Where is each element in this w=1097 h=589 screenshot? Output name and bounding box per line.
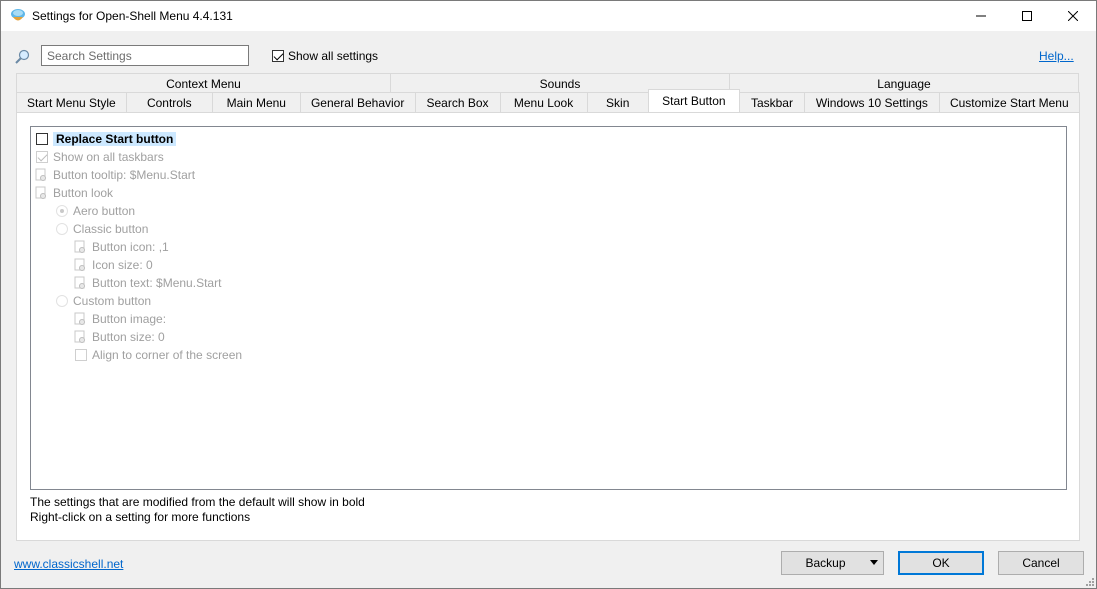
settings-gear-icon <box>74 258 85 271</box>
ok-label: OK <box>932 556 950 570</box>
tab-main-menu[interactable]: Main Menu <box>211 92 301 112</box>
info-right-click-hint: Right-click on a setting for more functi… <box>30 510 251 524</box>
close-icon <box>1068 11 1078 21</box>
backup-label: Backup <box>805 556 846 570</box>
tab-label: General Behavior <box>310 95 405 110</box>
tab-label: Controls <box>146 95 192 110</box>
setting-show-on-all-taskbars[interactable]: Show on all taskbars <box>36 148 164 166</box>
settings-gear-icon <box>74 330 85 343</box>
setting-radio[interactable] <box>56 223 68 235</box>
setting-label: Button icon: ,1 <box>92 240 169 254</box>
search-input[interactable] <box>41 45 249 66</box>
window-title: Settings for Open-Shell Menu 4.4.131 <box>32 9 233 23</box>
cancel-label: Cancel <box>1022 556 1060 570</box>
tab-label: Taskbar <box>750 95 793 110</box>
help-link[interactable]: Help... <box>1039 49 1074 63</box>
setting-label: Icon size: 0 <box>92 258 153 272</box>
backup-button[interactable]: Backup <box>781 551 884 575</box>
setting-icon-size[interactable]: Icon size: 0 <box>74 256 153 274</box>
settings-gear-icon <box>35 186 46 199</box>
tab-label: Sounds <box>539 76 581 91</box>
tab-label: Windows 10 Settings <box>815 95 928 110</box>
settings-tree[interactable]: Replace Start button Show on all taskbar… <box>30 126 1067 490</box>
tab-start-menu-style[interactable]: Start Menu Style <box>16 92 127 112</box>
setting-checkbox[interactable] <box>75 349 87 361</box>
setting-label: Align to corner of the screen <box>92 348 243 362</box>
tab-label: Start Button <box>662 94 726 108</box>
setting-label: Replace Start button <box>53 132 177 146</box>
tab-label: Main Menu <box>226 95 286 110</box>
setting-custom-button[interactable]: Custom button <box>56 292 151 310</box>
setting-button-tooltip[interactable]: Button tooltip: $Menu.Start <box>35 166 195 184</box>
setting-radio[interactable] <box>56 295 68 307</box>
search-icon <box>15 49 30 64</box>
minimize-button[interactable] <box>958 1 1004 31</box>
settings-gear-icon <box>74 312 85 325</box>
setting-label: Show on all taskbars <box>53 150 164 164</box>
ok-button[interactable]: OK <box>898 551 984 575</box>
tab-label: Start Menu Style <box>27 95 116 110</box>
tab-label: Menu Look <box>513 95 574 110</box>
show-all-settings-checkbox[interactable]: Show all settings <box>272 49 378 63</box>
tab-label: Customize Start Menu <box>949 95 1069 110</box>
maximize-icon <box>1022 11 1032 21</box>
tab-language[interactable]: Language <box>729 73 1079 93</box>
setting-label: Button size: 0 <box>92 330 165 344</box>
resize-grip-icon[interactable] <box>1084 576 1094 586</box>
tab-row-top: Context Menu Sounds Language <box>16 73 1079 93</box>
settings-gear-icon <box>35 168 46 181</box>
setting-align-to-corner[interactable]: Align to corner of the screen <box>75 346 242 364</box>
dropdown-arrow-icon[interactable] <box>870 560 878 565</box>
tab-controls[interactable]: Controls <box>125 92 213 112</box>
title-bar[interactable]: Settings for Open-Shell Menu 4.4.131 <box>1 1 1096 31</box>
tab-row-bottom: Start Menu Style Controls Main Menu Gene… <box>16 89 1080 112</box>
tab-search-box[interactable]: Search Box <box>414 92 501 112</box>
settings-window: Settings for Open-Shell Menu 4.4.131 Sho… <box>0 0 1097 589</box>
setting-button-look[interactable]: Button look <box>35 184 113 202</box>
minimize-icon <box>976 15 986 17</box>
tab-customize-start-menu[interactable]: Customize Start Menu <box>938 92 1080 112</box>
settings-gear-icon <box>74 276 85 289</box>
settings-gear-icon <box>74 240 85 253</box>
setting-label: Aero button <box>73 204 136 218</box>
tab-windows-10-settings[interactable]: Windows 10 Settings <box>804 92 940 112</box>
tab-label: Search Box <box>426 95 489 110</box>
setting-label: Button text: $Menu.Start <box>92 276 222 290</box>
setting-aero-button[interactable]: Aero button <box>56 202 135 220</box>
tab-context-menu[interactable]: Context Menu <box>16 73 391 93</box>
tab-general-behavior[interactable]: General Behavior <box>299 92 416 112</box>
setting-label: Button tooltip: $Menu.Start <box>53 168 196 182</box>
setting-radio[interactable] <box>56 205 68 217</box>
open-shell-icon <box>11 9 25 21</box>
info-bold-hint: The settings that are modified from the … <box>30 495 365 509</box>
setting-label: Classic button <box>73 222 149 236</box>
maximize-button[interactable] <box>1004 1 1050 31</box>
setting-button-image[interactable]: Button image: <box>74 310 166 328</box>
setting-classic-button[interactable]: Classic button <box>56 220 148 238</box>
setting-replace-start-button[interactable]: Replace Start button <box>36 130 177 148</box>
tab-menu-look[interactable]: Menu Look <box>499 92 588 112</box>
cancel-button[interactable]: Cancel <box>998 551 1084 575</box>
tab-taskbar[interactable]: Taskbar <box>738 92 806 112</box>
replace-start-checkbox[interactable] <box>36 133 48 145</box>
website-link[interactable]: www.classicshell.net <box>14 557 123 571</box>
show-all-checkbox-box[interactable] <box>272 50 284 62</box>
tab-label: Language <box>877 76 931 91</box>
setting-label: Button image: <box>92 312 167 326</box>
show-all-label: Show all settings <box>288 49 379 63</box>
tab-label: Skin <box>606 95 630 110</box>
setting-label: Custom button <box>73 294 152 308</box>
setting-label: Button look <box>53 186 114 200</box>
tab-skin[interactable]: Skin <box>586 92 649 112</box>
setting-button-size[interactable]: Button size: 0 <box>74 328 165 346</box>
tab-start-button[interactable]: Start Button <box>647 89 740 112</box>
close-button[interactable] <box>1050 1 1096 31</box>
setting-checkbox[interactable] <box>36 151 48 163</box>
setting-button-text[interactable]: Button text: $Menu.Start <box>74 274 221 292</box>
setting-button-icon[interactable]: Button icon: ,1 <box>74 238 169 256</box>
tab-label: Context Menu <box>166 76 241 91</box>
